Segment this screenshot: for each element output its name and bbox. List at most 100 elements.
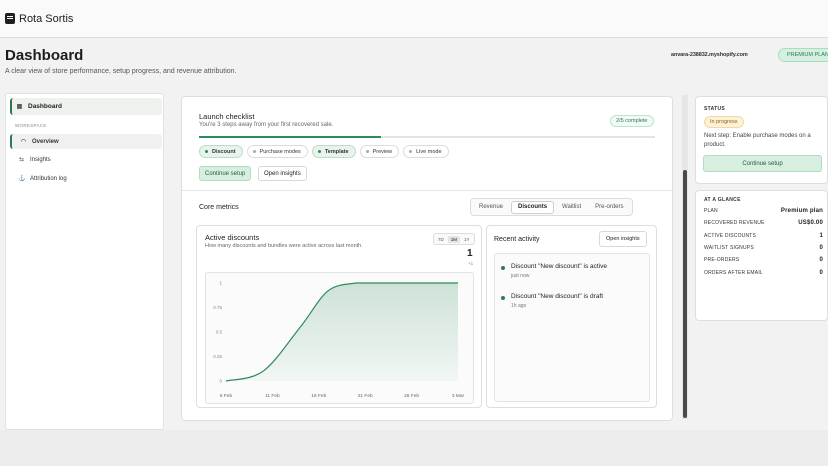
glance-value: 1 (819, 233, 823, 239)
glance-value: 0 (819, 245, 823, 251)
step-label: Live mode (416, 148, 442, 155)
glance-row-recovered-revenue: RECOVERED REVENUE US$0.00 (704, 220, 823, 226)
divider (182, 190, 672, 191)
status-badge: In progress (704, 116, 744, 128)
status-card: STATUS In progress Next step: Enable pur… (695, 96, 828, 184)
x-tick-label: 3 Mar (452, 393, 465, 399)
page-title: Dashboard (5, 47, 84, 64)
activity-text: Discount "New discount" is draft (511, 293, 604, 300)
range-1m[interactable]: 1M (447, 235, 461, 243)
step-preview[interactable]: Preview (359, 145, 400, 158)
range-selector: 7D 1M 1Y (433, 233, 475, 245)
active-discounts-card: Active discounts How many discounts and … (196, 225, 482, 408)
tab-pre-orders[interactable]: Pre-orders (589, 201, 629, 214)
checklist-progress-badge: 2/5 complete (610, 115, 654, 127)
glance-value: US$0.00 (798, 220, 823, 226)
y-tick-label: 0.75 (213, 305, 222, 310)
checklist-steps: Discount Purchase modes Template Preview… (199, 145, 449, 158)
metric-title: Active discounts (205, 233, 260, 242)
top-bar: Rota Sortis (0, 0, 828, 38)
chart-plot-area: 0 0.25 0.5 0.75 1 6 Feb 11 Feb 16 Feb 21 Feb 26 F… (205, 272, 474, 404)
activity-time: 1h ago (511, 303, 527, 309)
glance-heading: AT A GLANCE (704, 197, 741, 203)
dashboard-icon: ▦ (16, 104, 23, 110)
step-label: Template (324, 148, 349, 155)
next-step-text: Next step: Enable purchase modes on a pr… (704, 133, 811, 148)
sidebar-item-insights[interactable]: ⇆ Insights (10, 152, 162, 167)
status-heading: STATUS (704, 106, 726, 112)
step-live-mode[interactable]: Live mode (403, 145, 449, 158)
list-icon: ⇆ (18, 157, 25, 163)
app-name: Rota Sortis (19, 12, 74, 25)
page-subtitle: A clear view of store performance, setup… (5, 68, 237, 75)
sidebar-item-label: Insights (30, 156, 51, 163)
recent-activity-card: Recent activity Open insights Discount "… (486, 225, 657, 408)
activity-dot (501, 266, 505, 270)
glance-label: ORDERS AFTER EMAIL (704, 270, 763, 276)
activity-list: Discount "New discount" is active just n… (494, 253, 650, 402)
scrollbar-thumb[interactable] (683, 170, 687, 418)
metric-delta: +1 (468, 261, 474, 266)
glance-label: WAITLIST SIGNUPS (704, 245, 754, 251)
store-domain: anvara-238832.myshopify.com (671, 52, 748, 58)
sidebar-item-label: Overview (32, 138, 59, 145)
x-tick-label: 11 Feb (265, 393, 280, 399)
step-status-dot (205, 150, 208, 153)
y-tick-label: 0.5 (216, 330, 223, 335)
main-panel: Launch checklist You're 3 steps away fro… (181, 96, 673, 421)
sidebar-item-overview[interactable]: ◠ Overview (10, 134, 162, 149)
core-metrics-title: Core metrics (199, 204, 239, 211)
step-status-dot (317, 150, 321, 153)
step-purchase-modes[interactable]: Purchase modes (246, 145, 308, 158)
step-label: Discount (212, 148, 236, 155)
tab-waitlist[interactable]: Waitlist (556, 201, 587, 214)
gauge-icon: ◠ (20, 139, 27, 145)
glance-row-pre-orders: PRE-ORDERS 0 (704, 257, 823, 263)
sidebar-item-dashboard[interactable]: ▦ Dashboard (10, 98, 162, 115)
glance-row-plan: PLAN Premium plan (704, 208, 823, 214)
glance-row-waitlist-signups: WAITLIST SIGNUPS 0 (704, 245, 823, 251)
tab-revenue[interactable]: Revenue (473, 201, 509, 214)
plan-badge: PREMIUM PLAN (778, 48, 828, 62)
tab-discounts[interactable]: Discounts (511, 200, 555, 214)
progress-fill (199, 136, 382, 138)
metric-subtitle: How many discounts and bundles were acti… (205, 243, 363, 249)
x-tick-label: 21 Feb (358, 393, 373, 399)
page: Dashboard A clear view of store performa… (0, 38, 828, 430)
step-discount[interactable]: Discount (199, 145, 243, 158)
checklist-progress-bar (199, 136, 655, 138)
range-1y[interactable]: 1Y (461, 236, 473, 243)
sidebar-item-attribution-log[interactable]: ⚓ Attribution log (10, 171, 162, 186)
open-insights-button[interactable]: Open insights (258, 166, 307, 181)
x-tick-label: 16 Feb (311, 393, 326, 399)
glance-row-active-discounts: ACTIVE DISCOUNTS 1 (704, 233, 823, 239)
activity-text: Discount "New discount" is active (511, 263, 608, 270)
open-insights-button[interactable]: Open insights (599, 231, 647, 247)
glance-row-orders-after-email: ORDERS AFTER EMAIL 0 (704, 270, 823, 276)
sidebar: ▦ Dashboard WORKSPACE ◠ Overview ⇆ Insig… (5, 93, 164, 430)
activity-time: just now (511, 273, 530, 279)
metric-value: 1 (467, 248, 473, 259)
checklist-title: Launch checklist (199, 112, 255, 121)
glance-label: PLAN (704, 208, 718, 214)
continue-setup-button[interactable]: Continue setup (199, 166, 252, 181)
continue-setup-button[interactable]: Continue setup (703, 155, 822, 172)
step-template[interactable]: Template (311, 145, 356, 158)
step-status-dot (252, 150, 256, 153)
glance-value: Premium plan (780, 208, 823, 214)
x-tick-label: 6 Feb (220, 393, 233, 399)
activity-title: Recent activity (494, 236, 540, 243)
step-label: Purchase modes (259, 148, 301, 155)
y-tick-label: 0.25 (213, 354, 222, 359)
glance-label: RECOVERED REVENUE (704, 220, 765, 226)
area-chart: 00.250.50.7516 Feb 11 Feb 16 Feb 21 Feb 26 F… (213, 281, 465, 400)
y-tick-label: 0 (219, 379, 222, 384)
activity-dot (501, 296, 505, 300)
glance-value: 0 (819, 270, 823, 276)
sidebar-item-label: Dashboard (28, 103, 62, 110)
anchor-icon: ⚓ (18, 176, 26, 182)
sidebar-item-label: Attribution log (30, 175, 67, 182)
range-7d[interactable]: 7D (435, 236, 447, 243)
glance-label: PRE-ORDERS (704, 257, 740, 263)
step-label: Preview (372, 148, 393, 155)
